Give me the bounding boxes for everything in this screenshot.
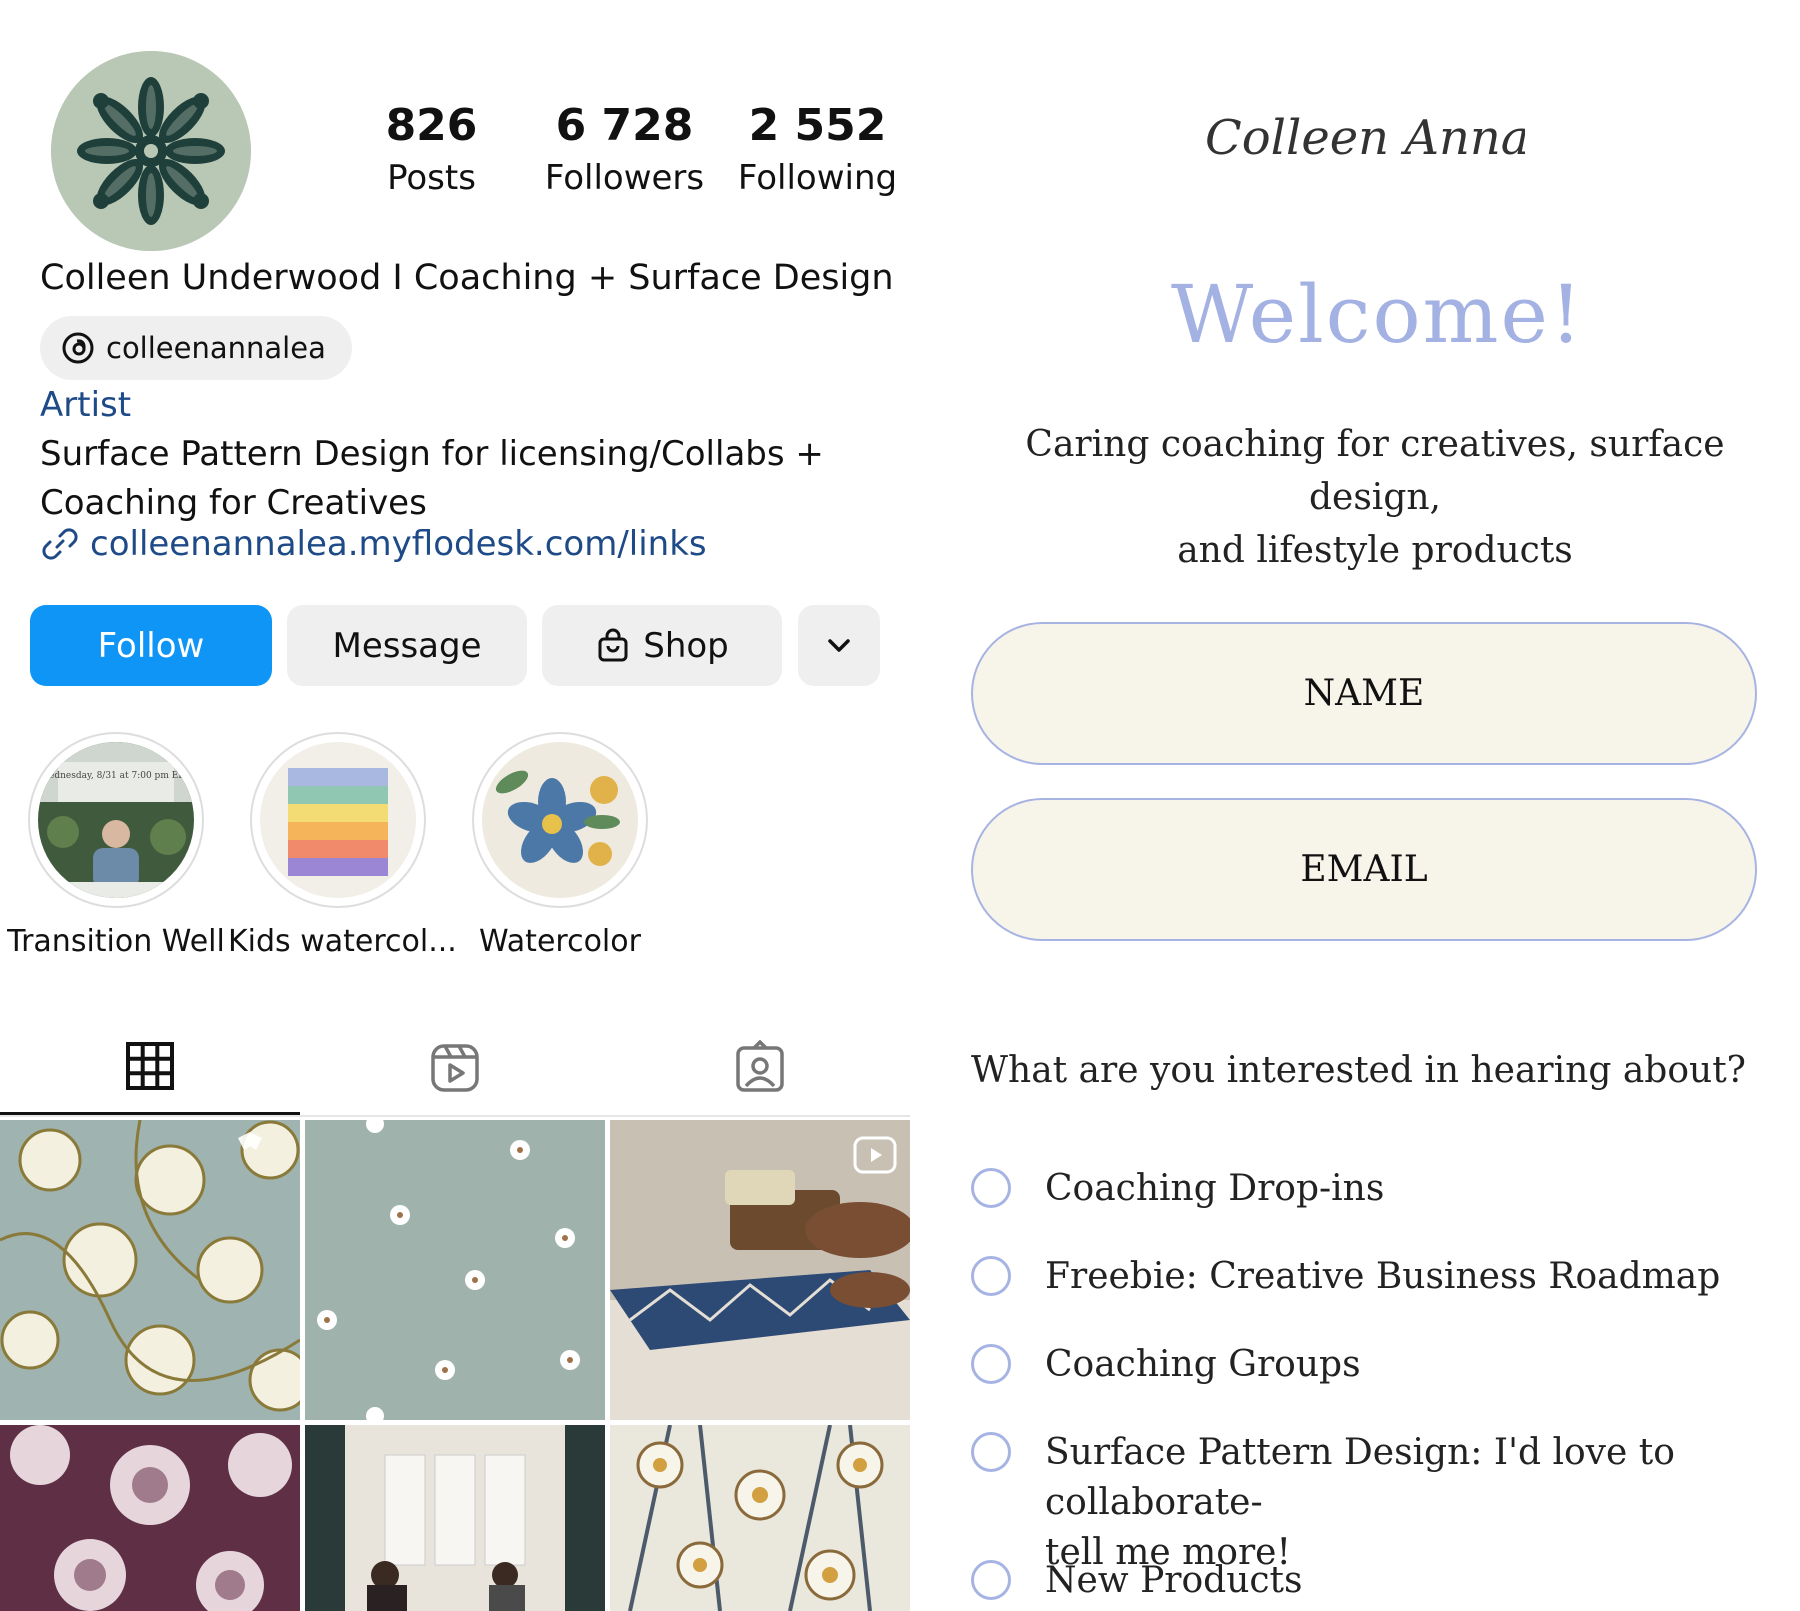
highlight-thumbnail: Wednesday, 8/31 at 7:00 pm EDT (38, 742, 194, 898)
threads-handle: colleenannalea (106, 331, 326, 365)
profile-name: Colleen Underwood I Coaching + Surface D… (40, 258, 894, 298)
highlight-kids-watercolor[interactable]: Kids watercol... (228, 732, 457, 959)
highlight-thumbnail (482, 742, 638, 898)
instagram-profile: 826 Posts 6 728 Followers 2 552 Followin… (0, 0, 910, 1611)
post-image (0, 1120, 300, 1420)
chevron-down-icon (828, 638, 850, 652)
option-coaching-groups[interactable]: Coaching Groups (971, 1340, 1765, 1390)
highlight-image (260, 742, 416, 898)
post-thumbnail[interactable] (610, 1425, 910, 1611)
option-label: Coaching Groups (1045, 1344, 1361, 1385)
signup-form: Colleen Annalea Welcome! Caring coaching… (955, 0, 1800, 1611)
colleen-annalea-logo: Colleen Annalea (1205, 110, 1525, 166)
tagged-person-icon (736, 1039, 784, 1092)
threads-badge[interactable]: colleenannalea (40, 316, 352, 380)
post-image (610, 1120, 910, 1420)
stat-label: Posts (387, 158, 476, 198)
message-button[interactable]: Message (287, 605, 527, 686)
profile-category: Artist (40, 385, 132, 425)
radio-button[interactable] (971, 1168, 1011, 1208)
name-field[interactable]: NAME (971, 622, 1757, 765)
threads-icon (62, 332, 94, 364)
shopping-bag-icon (598, 628, 628, 661)
tagline-line: Caring coaching for creatives, surface d… (1025, 424, 1725, 518)
highlight-ring: Wednesday, 8/31 at 7:00 pm EDT (28, 732, 204, 908)
post-image (305, 1120, 605, 1420)
tab-reels[interactable] (305, 1020, 605, 1115)
link-text: colleenannalea.myflodesk.com/links (90, 524, 707, 564)
avatar[interactable] (51, 51, 251, 251)
follow-button[interactable]: Follow (30, 605, 272, 686)
post-thumbnail[interactable] (0, 1120, 300, 1420)
option-label: Coaching Drop-ins (1045, 1168, 1385, 1209)
stat-followers[interactable]: 6 728 Followers (528, 98, 721, 202)
stat-posts[interactable]: 826 Posts (335, 98, 528, 202)
logo-text: Colleen Annalea (1205, 110, 1525, 166)
post-image (0, 1425, 300, 1611)
highlight-image: Wednesday, 8/31 at 7:00 pm EDT (38, 742, 194, 898)
bio-line: Coaching for Creatives (40, 483, 427, 523)
tab-posts-grid[interactable] (0, 1020, 300, 1115)
stat-value: 826 (385, 100, 478, 151)
profile-bio: Surface Pattern Design for licensing/Col… (40, 430, 860, 528)
tab-tagged[interactable] (610, 1020, 910, 1115)
profile-tabs (0, 1020, 910, 1117)
highlight-ring (250, 732, 426, 908)
tagline-line: and lifestyle products (1177, 530, 1573, 571)
link-icon (42, 528, 78, 560)
highlight-label: Kids watercol... (228, 924, 457, 959)
post-thumbnail[interactable] (305, 1425, 605, 1611)
floral-avatar-art (51, 51, 251, 251)
radio-button[interactable] (971, 1256, 1011, 1296)
highlight-label: Watercolor (479, 924, 641, 959)
profile-stats: 826 Posts 6 728 Followers 2 552 Followin… (335, 98, 914, 202)
highlight-ring (472, 732, 648, 908)
stat-label: Followers (544, 158, 705, 198)
stat-value: 6 728 (555, 100, 694, 151)
option-freebie-roadmap[interactable]: Freebie: Creative Business Roadmap (971, 1252, 1765, 1302)
highlight-watercolor[interactable]: Watercolor (450, 732, 670, 959)
post-thumbnail[interactable] (610, 1120, 910, 1420)
option-label: Freebie: Creative Business Roadmap (1045, 1256, 1721, 1297)
profile-link[interactable]: colleenannalea.myflodesk.com/links (40, 524, 707, 564)
highlight-transition-well[interactable]: Wednesday, 8/31 at 7:00 pm EDT Transitio… (6, 732, 226, 959)
radio-button[interactable] (971, 1344, 1011, 1384)
highlight-label: Transition Well (7, 924, 225, 959)
stat-label: Following (737, 158, 898, 198)
reels-icon (431, 1043, 479, 1092)
highlight-image-text: Wednesday, 8/31 at 7:00 pm EDT (40, 771, 191, 781)
suggested-dropdown-button[interactable] (798, 605, 880, 686)
email-field[interactable]: EMAIL (971, 798, 1757, 941)
post-image (610, 1425, 910, 1611)
bio-line: Surface Pattern Design for licensing/Col… (40, 434, 824, 474)
post-thumbnail[interactable] (0, 1425, 300, 1611)
post-thumbnail[interactable] (305, 1120, 605, 1420)
shop-button[interactable]: Shop (542, 605, 782, 686)
post-image (305, 1425, 605, 1611)
radio-button[interactable] (971, 1432, 1011, 1472)
interest-question: What are you interested in hearing about… (971, 1050, 1746, 1091)
stat-value: 2 552 (748, 100, 887, 151)
welcome-heading: Welcome! (1171, 268, 1584, 361)
stat-following[interactable]: 2 552 Following (721, 98, 914, 202)
option-label-line: Surface Pattern Design: I'd love to coll… (1045, 1432, 1675, 1523)
tagline: Caring coaching for creatives, surface d… (975, 418, 1775, 577)
highlight-thumbnail (260, 742, 416, 898)
shop-label: Shop (643, 625, 729, 666)
option-coaching-drop-ins[interactable]: Coaching Drop-ins (971, 1164, 1765, 1214)
highlight-image (482, 742, 638, 898)
grid-icon (126, 1042, 174, 1090)
radio-button[interactable] (971, 1560, 1011, 1600)
option-new-products[interactable]: New Products (971, 1556, 1765, 1606)
option-label: New Products (1045, 1560, 1303, 1601)
